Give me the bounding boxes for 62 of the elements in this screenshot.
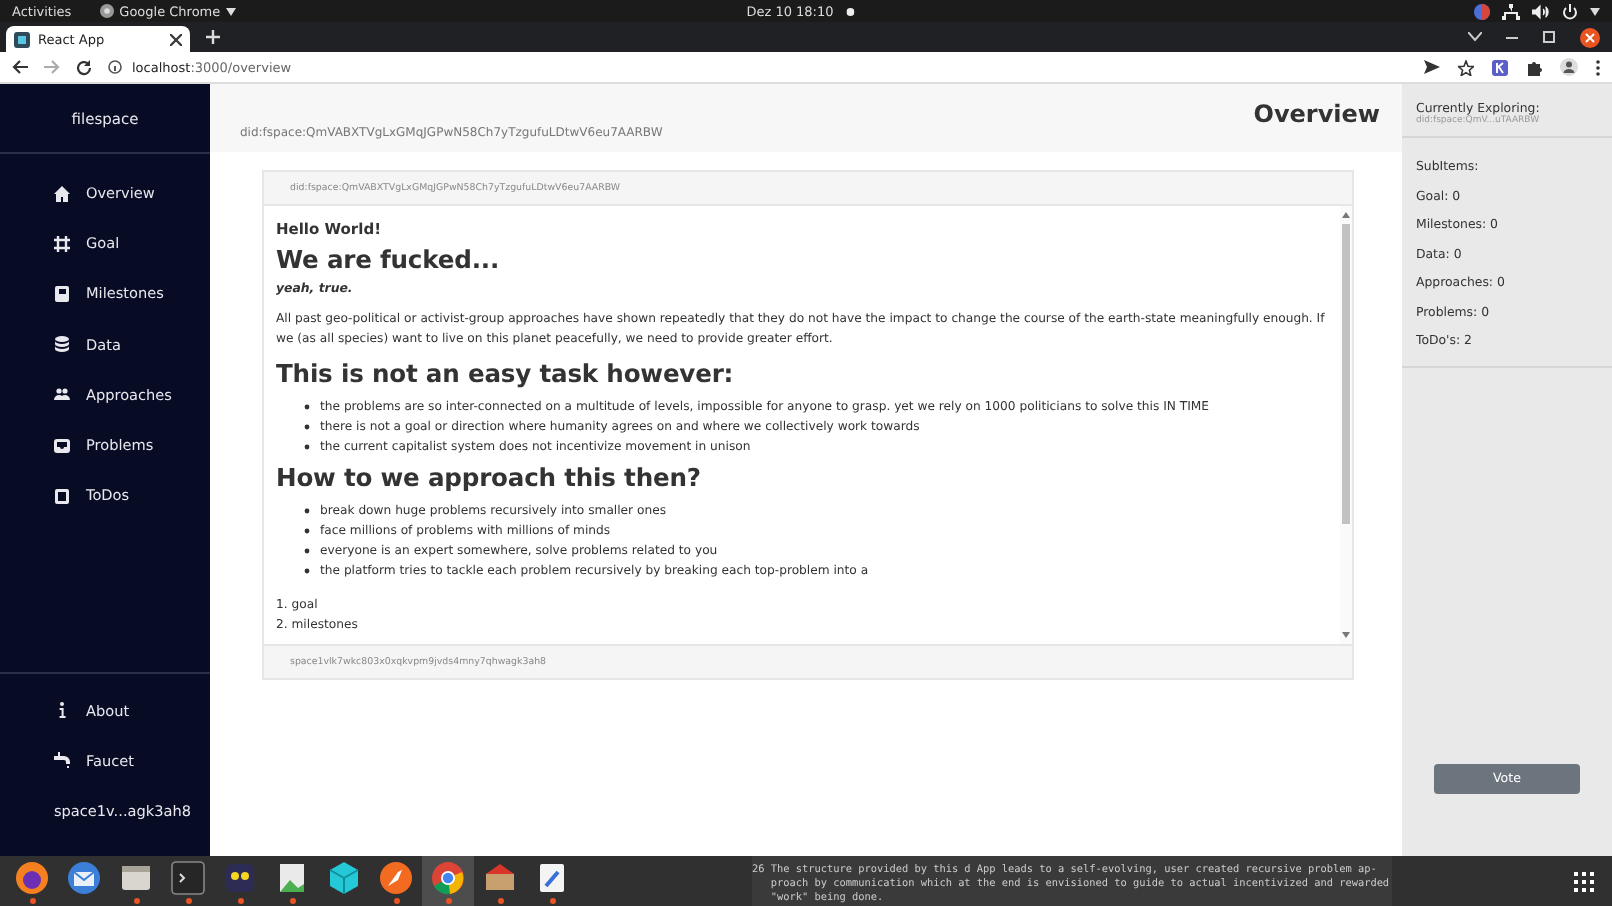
puzzle-icon	[1526, 59, 1542, 75]
minimize-icon	[1506, 35, 1518, 39]
down-arrow-icon	[1342, 632, 1350, 638]
info-icon	[54, 702, 70, 719]
faucet-icon	[54, 752, 70, 769]
bullet-icon	[304, 423, 310, 429]
running-dot-icon	[393, 897, 399, 903]
heading: This is not an easy task however:	[276, 360, 736, 388]
caret-icon	[1590, 7, 1600, 15]
home-icon	[54, 185, 70, 202]
chevron-icon	[1468, 32, 1482, 42]
cube-icon	[326, 859, 362, 895]
close-icon	[1580, 27, 1600, 47]
power-icon	[1562, 3, 1578, 19]
send-icon	[1424, 60, 1440, 74]
close-icon	[170, 33, 182, 45]
scrollbar[interactable]	[1340, 206, 1352, 644]
fox-circle-icon	[14, 859, 50, 895]
envelope-icon	[66, 859, 102, 895]
restore-icon	[1542, 30, 1556, 44]
caret-icon	[226, 7, 237, 15]
bullet-icon	[304, 403, 310, 409]
page-title: Overview	[1253, 100, 1380, 132]
running-dot-icon	[133, 897, 139, 903]
running-dot-icon	[185, 897, 191, 903]
bullet-icon	[304, 527, 310, 533]
running-dot-icon	[29, 897, 35, 903]
star-icon	[1458, 59, 1474, 75]
heading: We are fucked...	[276, 246, 502, 274]
book-icon	[54, 285, 70, 302]
profile-icon	[1560, 58, 1578, 76]
running-dot-icon	[237, 897, 243, 903]
speaker-icon	[1532, 3, 1550, 19]
running-dot-icon	[445, 897, 451, 903]
forward-icon	[44, 60, 60, 74]
bullet-icon	[304, 567, 310, 573]
image-editor-icon	[274, 859, 310, 895]
back-icon	[12, 60, 28, 74]
app-grid-icon	[1574, 871, 1594, 891]
running-dot-icon	[497, 897, 503, 903]
database-icon	[54, 336, 70, 353]
people-icon	[54, 386, 70, 403]
scroll-thumb[interactable]	[1342, 224, 1350, 524]
running-dot-icon	[289, 897, 295, 903]
bullet-icon	[304, 507, 310, 513]
heading: How to we approach this then?	[276, 464, 703, 492]
plus-icon	[206, 30, 220, 44]
extension-badge-icon	[1492, 59, 1508, 75]
up-arrow-icon	[1342, 212, 1350, 218]
bullet-icon	[304, 443, 310, 449]
inbox-icon	[54, 437, 70, 454]
info-icon	[108, 60, 122, 74]
notepad-icon	[534, 859, 570, 895]
dot-icon	[845, 7, 854, 15]
reload-icon	[76, 59, 92, 75]
dock-app[interactable]	[422, 856, 474, 906]
grid-icon	[54, 235, 70, 252]
network-icon	[1502, 3, 1520, 19]
running-dot-icon	[549, 897, 555, 903]
circle-icon	[1474, 3, 1490, 19]
compass-icon	[378, 859, 414, 895]
bullet-icon	[304, 547, 310, 553]
